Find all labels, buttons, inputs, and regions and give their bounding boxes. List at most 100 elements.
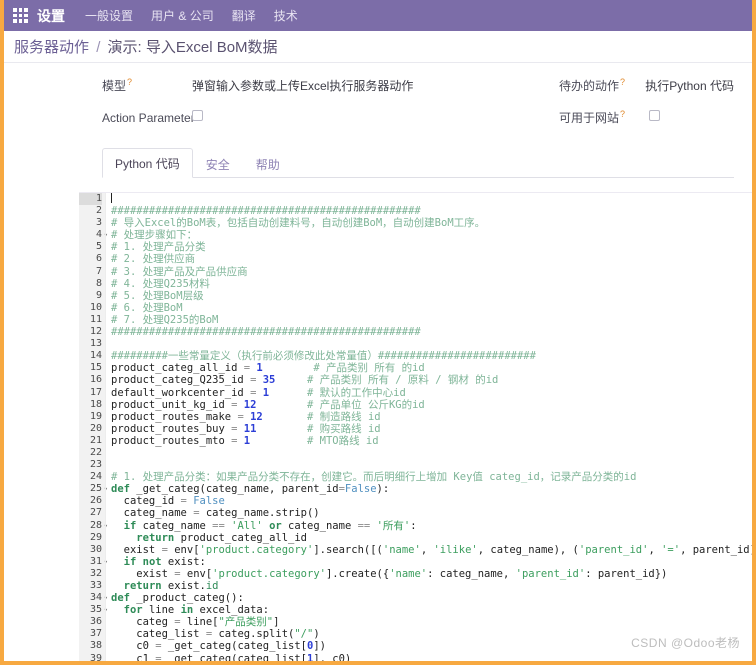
- notebook: Python 代码 安全 帮助: [22, 147, 734, 178]
- code-token: 'name': [389, 567, 428, 580]
- help-icon[interactable]: ?: [620, 77, 625, 87]
- tab-security[interactable]: 安全: [193, 149, 243, 178]
- line-number[interactable]: 12: [79, 326, 102, 338]
- line-number[interactable]: 11: [79, 314, 102, 326]
- nav-item-translations[interactable]: 翻译: [232, 7, 256, 24]
- top-navbar: 设置 一般设置 用户 & 公司 翻译 技术: [4, 0, 752, 31]
- code-line: if not exist:: [111, 556, 752, 568]
- line-number[interactable]: 24: [79, 471, 102, 483]
- line-number[interactable]: 14: [79, 350, 102, 362]
- tab-python-code[interactable]: Python 代码: [102, 148, 193, 178]
- code-line: return exist.id: [111, 580, 752, 592]
- line-number[interactable]: 27: [79, 507, 102, 519]
- line-number[interactable]: 33: [79, 580, 102, 592]
- code-token: 12: [243, 398, 257, 411]
- code-token: # 产品类别 所有 的id: [313, 362, 425, 375]
- code-token: =: [180, 495, 194, 508]
- field-value-action-to-do[interactable]: 执行Python 代码: [645, 75, 734, 94]
- line-number[interactable]: 8: [79, 278, 102, 290]
- line-number[interactable]: 15: [79, 362, 102, 374]
- line-number[interactable]: 31 ▾: [79, 556, 108, 568]
- code-line: product_routes_mto = 1 # MTO路线 id: [111, 435, 752, 447]
- code-token: 'name': [382, 543, 421, 556]
- line-number[interactable]: 29: [79, 532, 102, 544]
- line-number[interactable]: 30: [79, 544, 102, 556]
- code-token: # 1. 处理产品分类：如果产品分类不存在，创建它。而后明细行上增加 Key值 …: [111, 471, 637, 484]
- field-row-available-on-website: 可用于网站?: [559, 107, 734, 139]
- form-column-left: 模型? 弹窗输入参数或上传Excel执行服务器动作 Action Paramet…: [102, 75, 559, 139]
- code-line: def _product_categ():: [111, 592, 752, 604]
- line-number[interactable]: 7: [79, 266, 102, 278]
- code-token: in: [180, 604, 200, 617]
- field-row-model: 模型? 弹窗输入参数或上传Excel执行服务器动作: [102, 75, 559, 107]
- python-code-editor[interactable]: 1 2 3 4 ▾ 5 6 7 8 9 10 11 12 13 14 15 16 17 18 19 20 21 22 23 24…: [79, 192, 752, 661]
- help-icon[interactable]: ?: [127, 77, 132, 87]
- code-token: # 6. 处理BoM: [111, 301, 183, 314]
- line-number[interactable]: 37: [79, 628, 102, 640]
- line-number[interactable]: 22: [79, 447, 102, 459]
- code-token: if not: [123, 555, 168, 568]
- action-parameter-checkbox[interactable]: [192, 110, 203, 121]
- code-token: : categ_name,: [427, 567, 516, 580]
- nav-item-technical[interactable]: 技术: [274, 7, 298, 24]
- line-number[interactable]: 32: [79, 568, 102, 580]
- nav-item-general-settings[interactable]: 一般设置: [85, 7, 133, 24]
- help-icon[interactable]: ?: [620, 109, 625, 119]
- line-number[interactable]: 16: [79, 374, 102, 386]
- line-number[interactable]: 23: [79, 459, 102, 471]
- apps-grid-icon[interactable]: [13, 8, 28, 23]
- code-line: #########一些常量定义（执行前必须修改此处常量值）###########…: [111, 350, 752, 362]
- code-token: categ_name: [288, 519, 358, 532]
- line-number[interactable]: 2: [79, 205, 102, 217]
- line-number[interactable]: 35 ▾: [79, 604, 108, 616]
- line-number[interactable]: 20: [79, 423, 102, 435]
- code-line: # 导入Excel的BoM表，包括自动创建料号，自动创建BoM，自动创建BoM工…: [111, 217, 752, 229]
- code-token: product_categ_all_id: [111, 362, 244, 375]
- line-number[interactable]: 5: [79, 241, 102, 253]
- code-token: default_workcenter_id: [111, 386, 251, 399]
- code-token: # 5. 处理BoM层级: [111, 289, 204, 302]
- line-number[interactable]: 19: [79, 411, 102, 423]
- line-number[interactable]: 25 ▾: [79, 483, 108, 495]
- editor-code-area[interactable]: ########################################…: [105, 193, 752, 661]
- available-on-website-checkbox[interactable]: [649, 110, 660, 121]
- line-number[interactable]: 3: [79, 217, 102, 229]
- code-token: excel_data:: [199, 604, 270, 617]
- line-number[interactable]: 34 ▾: [79, 592, 108, 604]
- tab-help[interactable]: 帮助: [243, 149, 293, 178]
- code-token: 'parent_id': [515, 567, 586, 580]
- line-number[interactable]: 1: [79, 193, 102, 206]
- code-token: : parent_id}): [585, 567, 668, 580]
- line-number[interactable]: 36: [79, 616, 102, 628]
- field-label-model: 模型?: [102, 77, 133, 93]
- line-number[interactable]: 26: [79, 495, 102, 507]
- code-token: ):: [376, 483, 390, 496]
- line-number[interactable]: 6: [79, 253, 102, 265]
- breadcrumb-root[interactable]: 服务器动作: [14, 39, 89, 56]
- code-token: ].search([(: [313, 543, 383, 556]
- line-number[interactable]: 21: [79, 435, 102, 447]
- code-token: False: [193, 495, 225, 508]
- nav-item-users-companies[interactable]: 用户 & 公司: [151, 7, 214, 24]
- code-token: exist: [111, 543, 162, 556]
- line-number[interactable]: 38: [79, 640, 102, 652]
- line-number[interactable]: 18: [79, 399, 102, 411]
- line-number[interactable]: 9: [79, 290, 102, 302]
- breadcrumb-bar: 服务器动作 / 演示: 导入Excel BoM数据: [4, 31, 752, 63]
- line-number[interactable]: 13: [79, 338, 102, 350]
- line-number[interactable]: 17: [79, 387, 102, 399]
- code-token: product_routes_buy: [111, 422, 232, 435]
- nav-brand[interactable]: 设置: [37, 6, 65, 26]
- field-value-model[interactable]: 弹窗输入参数或上传Excel执行服务器动作: [192, 75, 413, 94]
- form-column-right: 待办的动作? 执行Python 代码 可用于网站?: [559, 75, 734, 139]
- line-number[interactable]: 39: [79, 653, 102, 661]
- line-number[interactable]: 28 ▾: [79, 520, 108, 532]
- line-number[interactable]: 4 ▾: [79, 229, 108, 241]
- line-number[interactable]: 10: [79, 302, 102, 314]
